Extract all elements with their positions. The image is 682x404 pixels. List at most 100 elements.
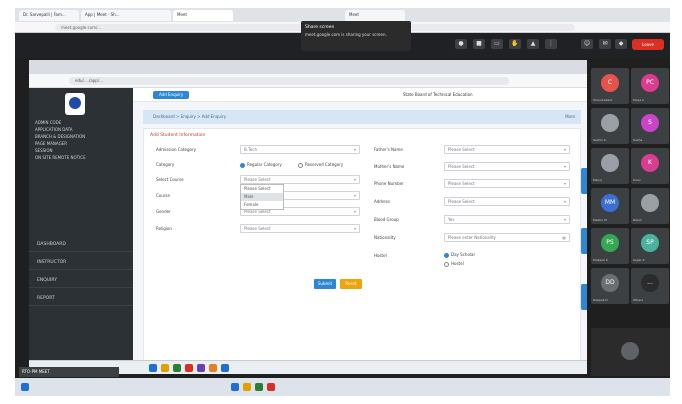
participant-tile[interactable]: ... Others (631, 268, 669, 304)
shared-tabbar (29, 60, 587, 74)
self-view (591, 328, 670, 376)
participant-tile[interactable]: SP Sagar P (631, 228, 669, 264)
app-icon[interactable] (209, 364, 217, 372)
participant-tile[interactable]: Rahul (631, 188, 669, 224)
fathers-name-select[interactable]: Please Select ▾ (444, 145, 570, 154)
present-icon[interactable]: ▲ (527, 39, 539, 49)
religion-select[interactable]: Please Select ▾ (240, 224, 360, 233)
sidebar-line: ON SITE REMOTE NOTICE (35, 155, 86, 160)
app-icon[interactable] (149, 364, 157, 372)
side-tab[interactable] (581, 168, 587, 194)
screenshot-frame: Dr. Sarvepalli | Fam... App | Meet - Sh.… (15, 8, 670, 396)
breadcrumb-more[interactable]: More (565, 110, 575, 124)
participant-avatar: PC (641, 74, 659, 92)
mic-icon[interactable]: ● (455, 39, 467, 49)
select-course-select[interactable]: Please Select ▾ (240, 175, 360, 184)
app-sidebar: ADMIN CODE APPLICATION DATA BRANCH & DES… (29, 88, 133, 374)
activities-icon[interactable]: ◆ (615, 39, 627, 49)
participant-tile[interactable]: MM Madhu M (591, 188, 629, 224)
participant-avatar: K (641, 154, 659, 172)
participant-avatar (641, 194, 659, 212)
dropdown-option[interactable]: Please Select (241, 185, 283, 193)
sidebar-item-instructor[interactable]: INSTRUCTOR (29, 256, 133, 270)
browser-tab-3[interactable]: Meet (173, 10, 233, 21)
participant-name: Deepak D (593, 298, 608, 302)
folder-icon[interactable] (161, 364, 169, 372)
folder-icon[interactable] (243, 383, 251, 391)
participant-avatar (601, 154, 619, 172)
side-tab[interactable] (581, 228, 587, 254)
breadcrumb-text: Dashboard > Enquiry > Add Enquiry (153, 114, 227, 119)
sidebar-item-dashboard[interactable]: DASHBOARD (29, 238, 133, 252)
field-label: Nationality (374, 235, 396, 240)
field-label: Select Course (156, 177, 184, 182)
category-radio-reserved[interactable] (298, 163, 303, 168)
people-icon[interactable]: ☺ (581, 39, 593, 49)
participant-avatar: C (601, 74, 619, 92)
chat-icon[interactable]: ✉ (599, 39, 611, 49)
notification-title: Share screen (305, 25, 335, 30)
admission-category-select[interactable]: B.Tech ▾ (240, 145, 360, 154)
sidebar-item-enquiry[interactable]: ENQUIRY (29, 274, 133, 288)
captions-icon[interactable]: ▭ (491, 39, 503, 49)
participant-tile[interactable]: C Chandrakant (591, 68, 629, 104)
panel-title: Add Student Information (150, 133, 206, 138)
radio-label: Reserved Category (305, 162, 344, 167)
app-icon[interactable] (173, 364, 181, 372)
reset-button[interactable]: Reset (340, 279, 362, 289)
leave-call-button[interactable]: Leave (632, 39, 664, 50)
dropdown-option[interactable]: Male (241, 193, 283, 201)
form-panel: Add Student Information Admission Catego… (143, 128, 581, 362)
hostel-radio-hostel[interactable] (444, 262, 449, 267)
windows-taskbar (15, 378, 670, 396)
participant-name: Sagar P (633, 258, 645, 262)
institution-logo (65, 93, 85, 115)
participant-tile[interactable]: PS Prakash S (591, 228, 629, 264)
app-icon[interactable] (231, 383, 239, 391)
app-icon[interactable] (185, 364, 193, 372)
side-tab[interactable] (581, 284, 587, 310)
app-icon[interactable] (267, 383, 275, 391)
phone-number-select[interactable]: Please Select ▾ (444, 179, 570, 188)
participant-avatar: S (641, 114, 659, 132)
field-label: Hostel (374, 253, 387, 258)
sidebar-line: SESSION (35, 148, 53, 153)
more-options-icon[interactable]: ⋮ (545, 39, 557, 49)
participant-tile[interactable]: DD Deepak D (591, 268, 629, 304)
share-notification: Share screen meet.google.com is sharing … (301, 21, 411, 51)
mothers-name-select[interactable]: Please Select ▾ (444, 162, 570, 171)
hostel-radio-day-scholar[interactable] (444, 253, 449, 258)
participant-tile[interactable]: K Kiran (631, 148, 669, 184)
participant-tile[interactable]: Manoj (591, 148, 629, 184)
sidebar-item-report[interactable]: REPORT (29, 292, 133, 306)
field-label: Mother's Name (374, 164, 405, 169)
blood-group-select[interactable]: Yes ▾ (444, 215, 570, 224)
participant-name: Rahul (633, 218, 642, 222)
participant-name: Prakash S (593, 258, 608, 262)
dropdown-option[interactable]: Female (241, 201, 283, 209)
participant-name: Sneha (633, 138, 643, 142)
sidebar-line: APPLICATION DATA (35, 127, 73, 132)
camera-icon[interactable]: ■ (473, 39, 485, 49)
participant-tile[interactable]: Sachin K (591, 108, 629, 144)
participant-name: Chandrakant (593, 98, 613, 102)
address-select[interactable]: Please Select ▾ (444, 197, 570, 206)
category-radio-regular[interactable] (240, 163, 245, 168)
browser-icon[interactable] (221, 364, 229, 372)
app-icon[interactable] (255, 383, 263, 391)
browser-tab-4[interactable]: Meet (345, 10, 405, 21)
browser-tab-2[interactable]: App | Meet - Sh... (81, 10, 171, 21)
meeting-caption: RTO-PM MEET (19, 367, 119, 377)
institution-name: State Board of Technical Education (403, 92, 473, 97)
add-enquiry-button[interactable]: Add Enquiry (153, 91, 190, 99)
nationality-input[interactable]: Please enter Nationality ▦ (444, 233, 570, 242)
submit-button[interactable]: Submit (314, 279, 336, 289)
browser-tab-1[interactable]: Dr. Sarvepalli | Fam... (19, 10, 79, 21)
participant-tile[interactable]: S Sneha (631, 108, 669, 144)
raise-hand-icon[interactable]: ✋ (509, 39, 521, 49)
app-topbar: Add Enquiry State Board of Technical Edu… (133, 88, 587, 102)
participant-name: Manoj (593, 178, 602, 182)
participant-tile[interactable]: PC Pooja C (631, 68, 669, 104)
app-icon[interactable] (197, 364, 205, 372)
start-icon[interactable] (21, 383, 29, 391)
